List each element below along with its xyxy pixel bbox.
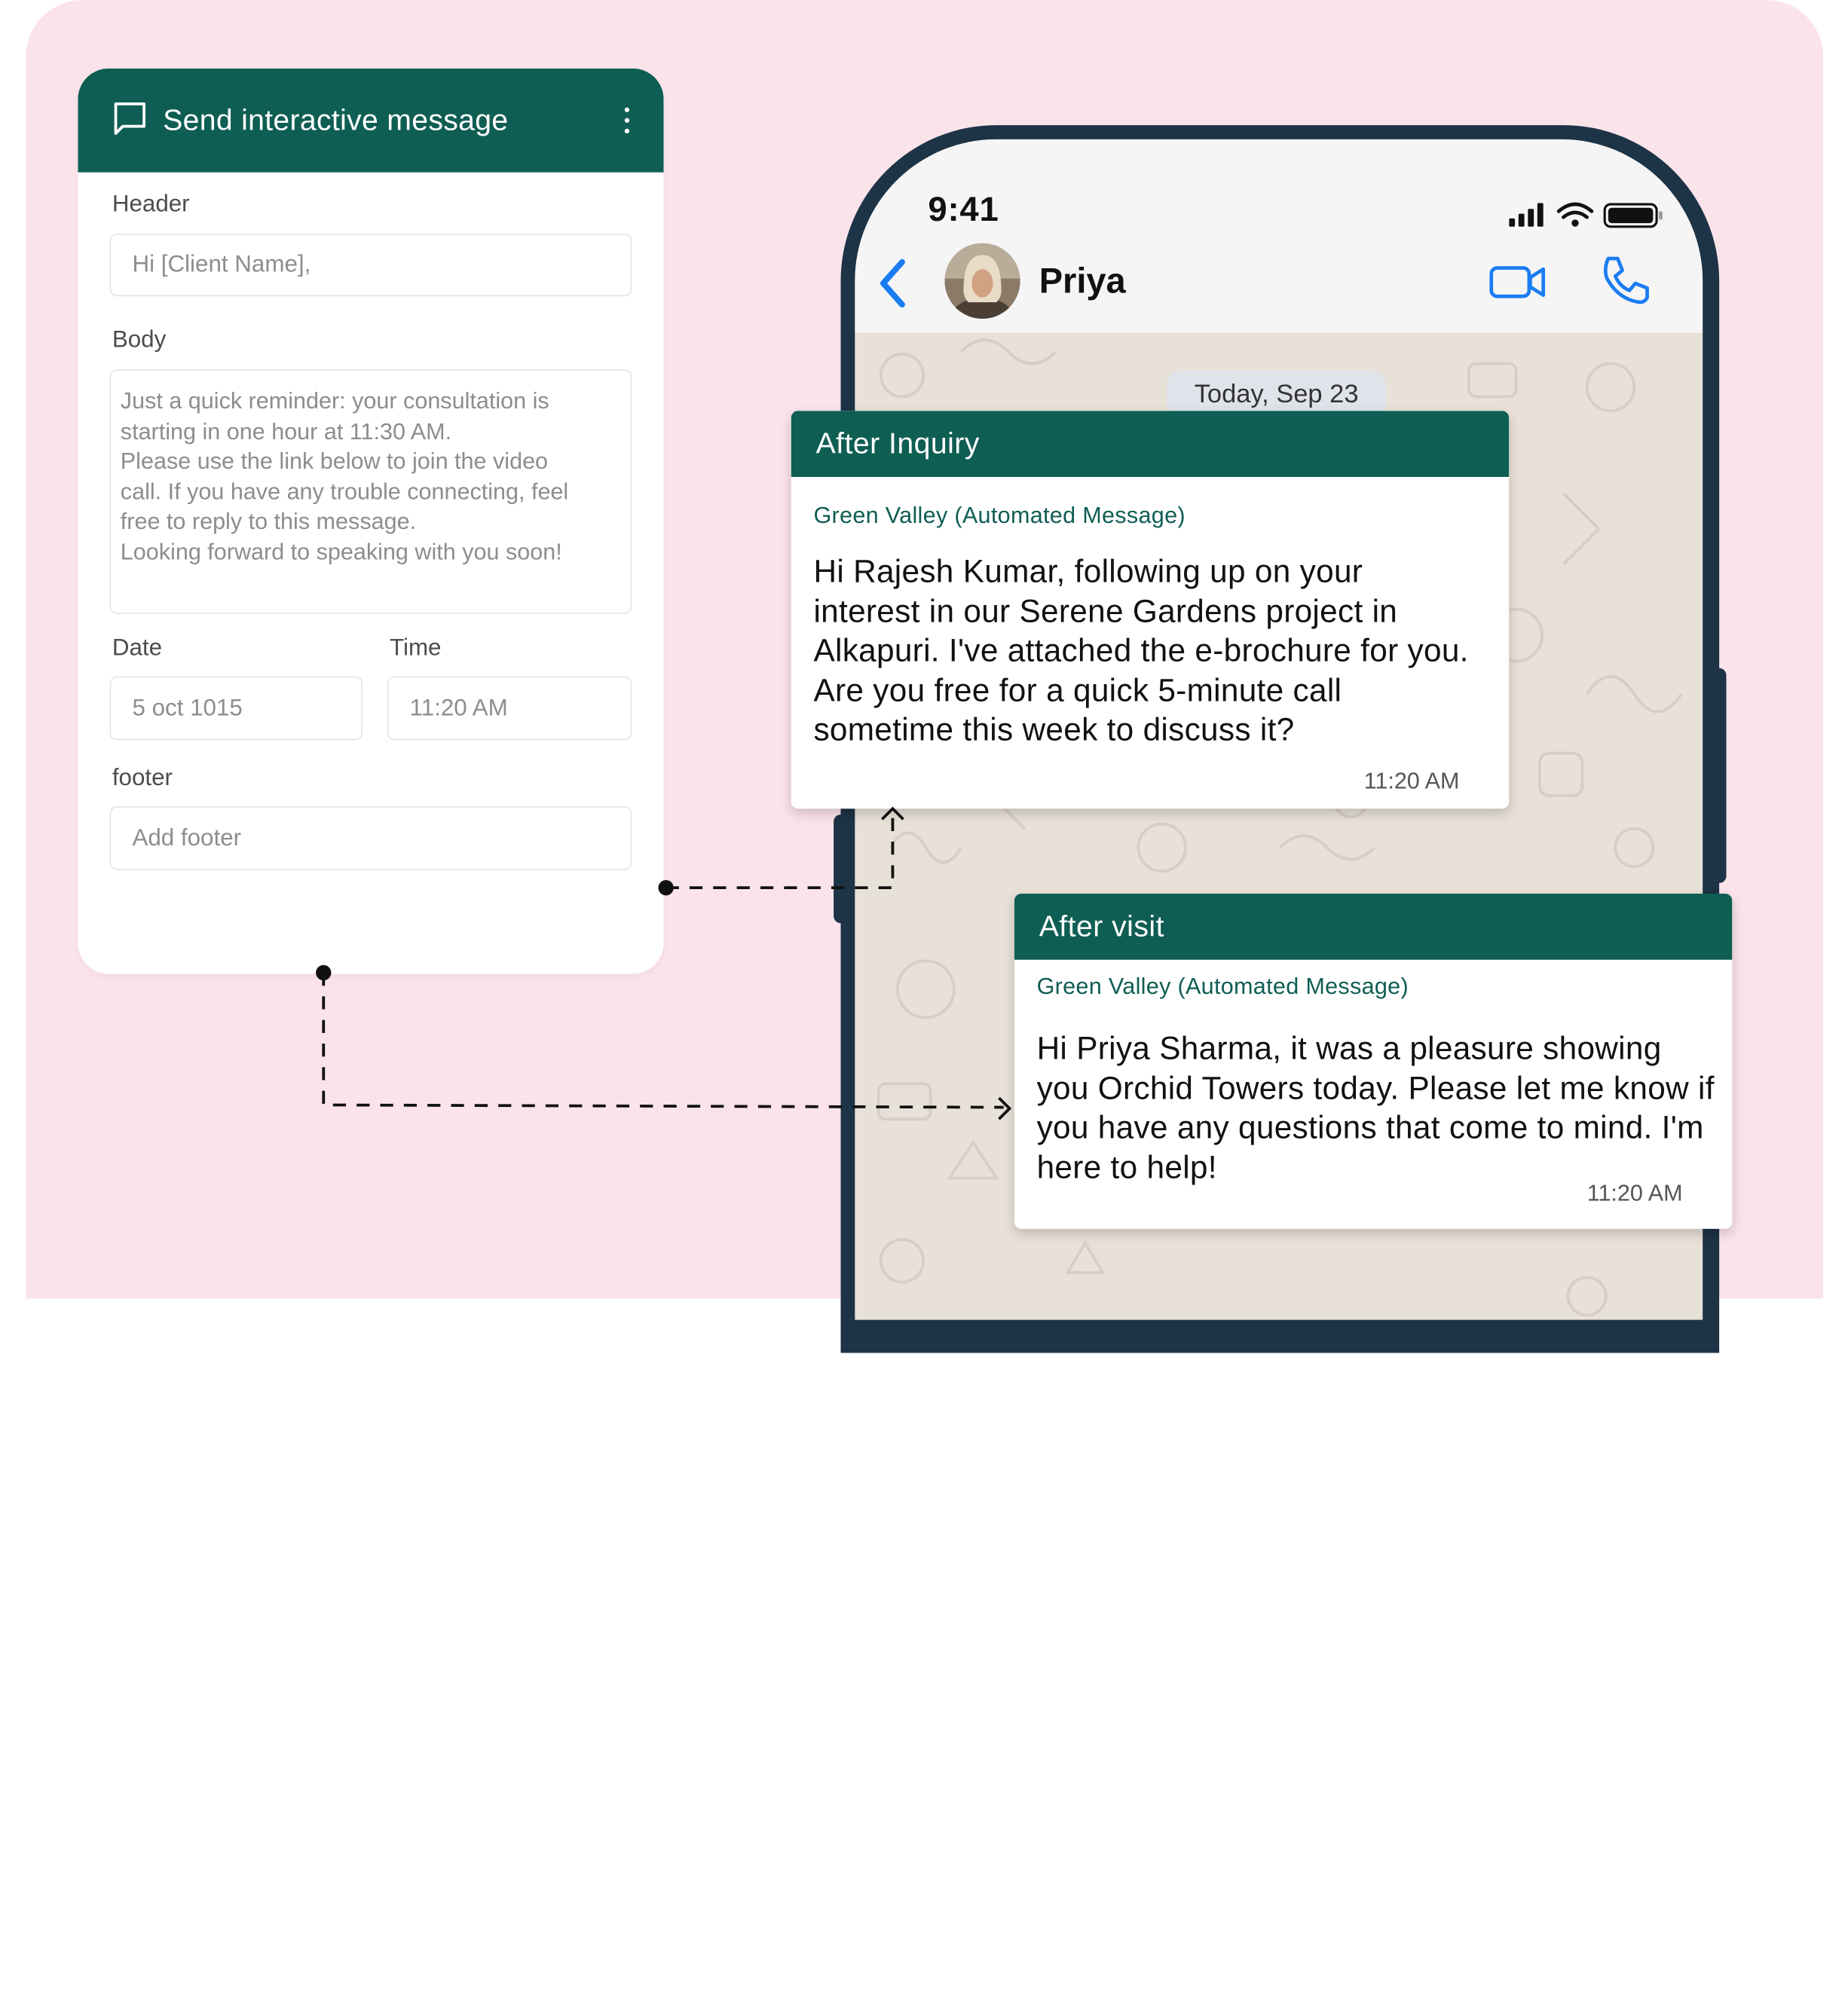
connector-line-visit [322,972,1004,1109]
flow-connectors [316,806,1012,1120]
stage: Send interactive message Header Hi [Clie… [0,0,1848,1993]
connector-line-inquiry [665,815,895,890]
connector-dot [316,964,332,981]
connector-dot [658,879,674,896]
arrow-up-icon [880,806,904,821]
